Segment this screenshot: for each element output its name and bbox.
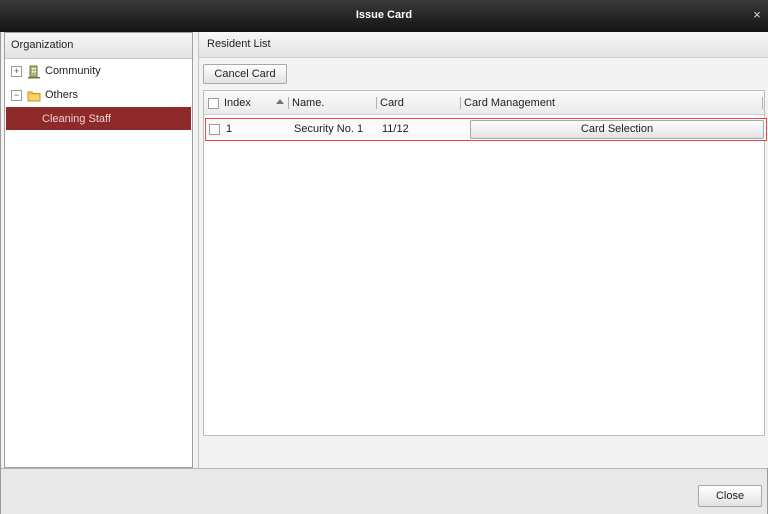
column-header-index[interactable]: Index (224, 91, 251, 115)
folder-icon (27, 88, 41, 102)
tree-item-label: Others (45, 89, 79, 101)
close-button[interactable]: Close (698, 485, 762, 507)
dialog-footer: Close (1, 468, 767, 514)
tree-item-label: Cleaning Staff (42, 113, 111, 125)
cell-card: 11/12 (382, 123, 409, 135)
table-row[interactable]: 1 Security No. 1 11/12 Card Selection (205, 118, 767, 141)
column-header-name[interactable]: Name. (292, 91, 324, 115)
column-separator[interactable] (460, 97, 461, 109)
building-icon (27, 64, 41, 79)
resident-table: Index Name. Card Card Management 1 Secur… (203, 90, 767, 436)
column-header-card-management[interactable]: Card Management (464, 91, 555, 115)
table-header: Index Name. Card Card Management (204, 91, 764, 115)
tree-item-community[interactable]: + Community (5, 59, 192, 83)
row-checkbox[interactable] (209, 124, 220, 135)
issue-card-dialog: Organization + Community − Others Cleani… (0, 32, 768, 514)
window-title: Issue Card (355, 9, 413, 21)
tree-item-others[interactable]: − Others (5, 83, 192, 107)
sort-ascending-icon[interactable] (276, 99, 284, 104)
column-separator[interactable] (376, 97, 377, 109)
tree-item-cleaning-staff[interactable]: Cleaning Staff (6, 107, 191, 130)
resident-list-header: Resident List (199, 32, 768, 58)
cell-name: Security No. 1 (294, 123, 364, 135)
resident-list-panel: Resident List Cancel Card Index Name. Ca… (198, 32, 768, 468)
collapse-icon[interactable]: − (11, 90, 22, 101)
cell-index: 1 (226, 123, 233, 135)
organization-header: Organization (5, 33, 192, 59)
select-all-checkbox[interactable] (208, 98, 219, 109)
title-bar: Issue Card × (0, 0, 768, 32)
close-icon[interactable]: × (750, 8, 764, 22)
organization-panel: Organization + Community − Others Cleani… (4, 32, 193, 468)
cancel-card-button[interactable]: Cancel Card (203, 64, 287, 84)
column-separator[interactable] (288, 97, 289, 109)
column-header-card[interactable]: Card (380, 91, 404, 115)
tree-item-label: Community (45, 65, 101, 77)
card-selection-button[interactable]: Card Selection (470, 120, 764, 139)
expand-icon[interactable]: + (11, 66, 22, 77)
column-separator[interactable] (762, 97, 763, 109)
